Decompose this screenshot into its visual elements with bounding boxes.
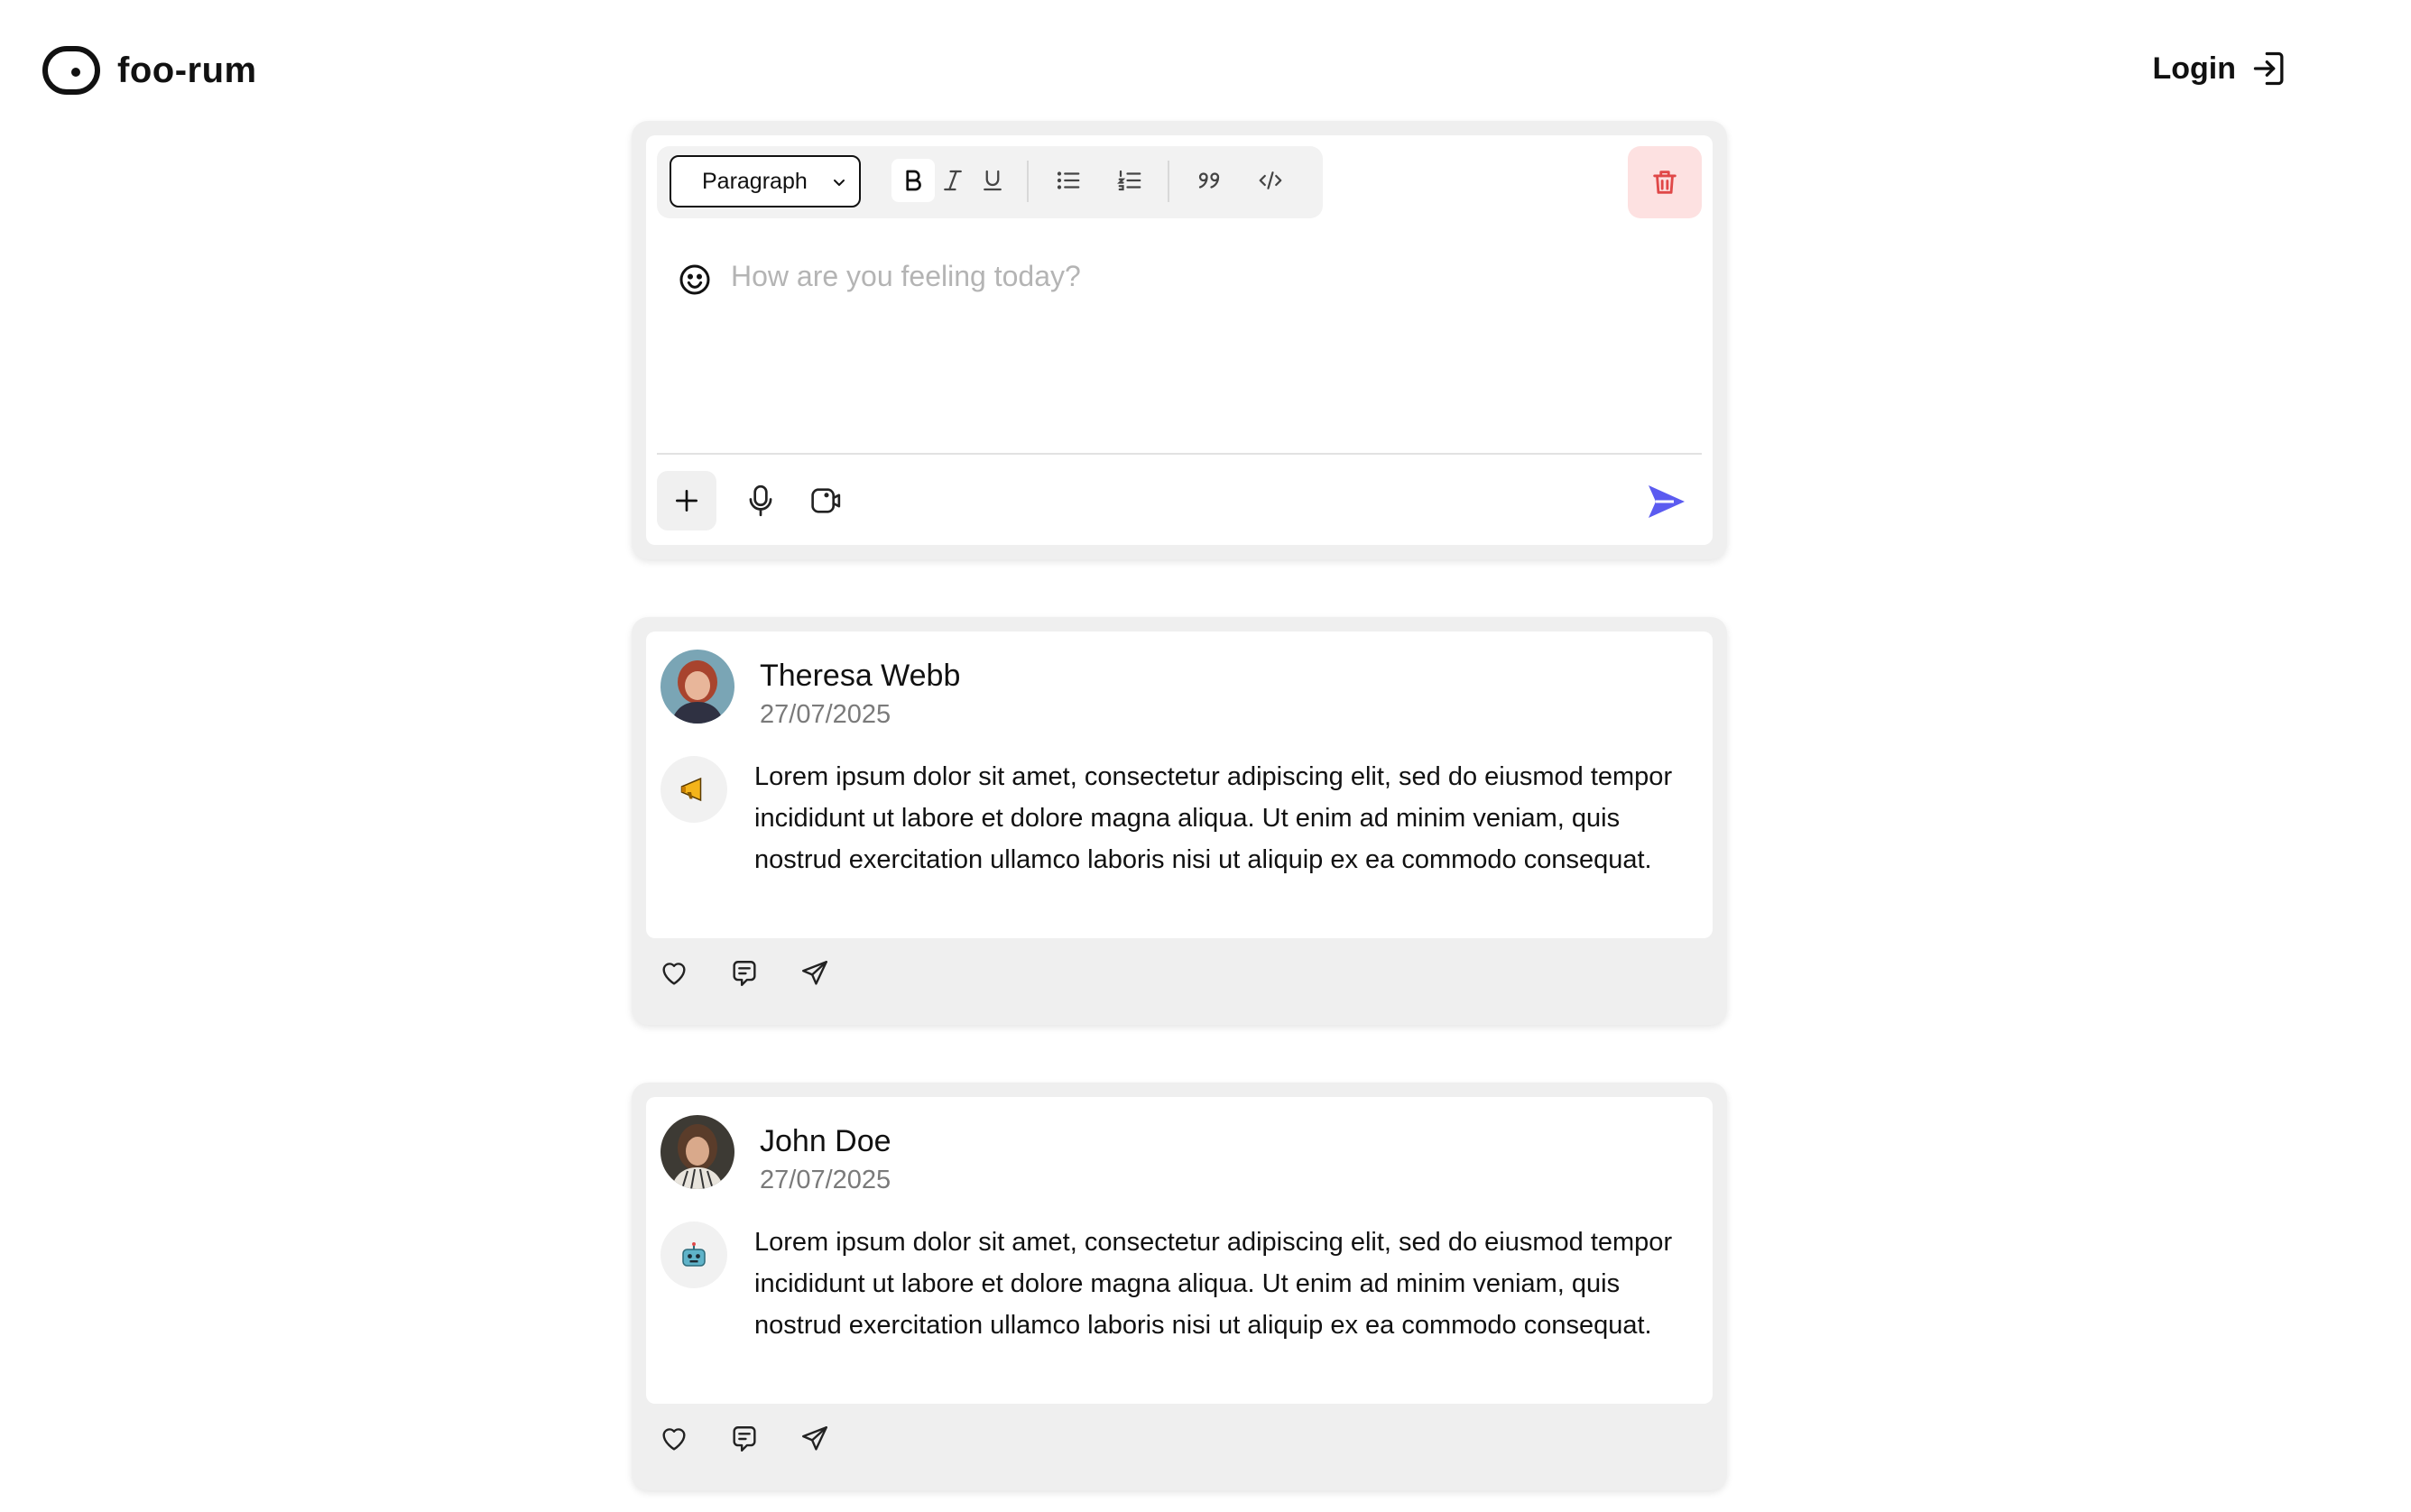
avatar-image (660, 650, 734, 724)
camera-icon[interactable] (808, 484, 845, 518)
block-type-select[interactable]: Paragraph (670, 155, 861, 207)
logo[interactable]: foo-rum (42, 45, 257, 96)
megaphone-emoji-icon (680, 777, 702, 802)
post-date: 27/07/2025 (760, 1166, 891, 1194)
numbered-list-icon (1117, 170, 1141, 191)
login-button[interactable]: Login (2152, 49, 2290, 88)
italic-button[interactable] (931, 159, 975, 202)
author-name[interactable]: John Doe (760, 1124, 891, 1159)
block-type-value: Paragraph (702, 168, 808, 194)
login-icon (2253, 51, 2284, 86)
post-card: John Doe 27/07/2025 Lorem ipsum dolor si… (632, 1083, 1727, 1490)
microphone-icon[interactable] (744, 484, 778, 518)
bold-icon (906, 170, 921, 191)
editor-body: Paragraph How are you feeling today? (646, 135, 1713, 545)
underline-icon (984, 170, 1002, 191)
share-icon[interactable] (799, 958, 830, 989)
underline-button[interactable] (971, 159, 1014, 202)
post-actions (659, 1424, 830, 1454)
send-icon[interactable] (1644, 480, 1689, 523)
avatar[interactable] (660, 1115, 734, 1189)
toolbar-divider (1027, 161, 1029, 202)
avatar-image (660, 1115, 734, 1189)
comment-icon[interactable] (729, 958, 760, 989)
post-text: Lorem ipsum dolor sit amet, consectetur … (754, 762, 1673, 874)
robot-emoji-icon (682, 1242, 706, 1267)
smiley-icon[interactable] (677, 262, 713, 298)
quote-icon (1198, 172, 1220, 189)
post-body: John Doe 27/07/2025 Lorem ipsum dolor si… (646, 1097, 1713, 1404)
post-body: Theresa Webb 27/07/2025 Lorem ipsum dolo… (646, 632, 1713, 938)
add-attachment-button[interactable] (657, 471, 716, 530)
heart-icon[interactable] (659, 1424, 689, 1454)
numbered-list-button[interactable] (1108, 159, 1151, 202)
logo-icon (42, 46, 100, 95)
bold-button[interactable] (891, 159, 935, 202)
bullet-list-button[interactable] (1047, 159, 1090, 202)
author-name[interactable]: Theresa Webb (760, 659, 960, 694)
mood-badge (660, 756, 727, 823)
code-button[interactable] (1249, 159, 1292, 202)
editor-divider (657, 453, 1702, 455)
avatar[interactable] (660, 650, 734, 724)
post-input[interactable]: How are you feeling today? (731, 260, 1081, 293)
post-text: Lorem ipsum dolor sit amet, consectetur … (754, 1228, 1673, 1340)
delete-button[interactable] (1628, 146, 1702, 218)
chevron-down-icon (834, 180, 845, 186)
post-card: Theresa Webb 27/07/2025 Lorem ipsum dolo… (632, 617, 1727, 1025)
comment-icon[interactable] (729, 1424, 760, 1454)
share-icon[interactable] (799, 1424, 830, 1454)
trash-icon (1653, 171, 1677, 194)
mood-badge (660, 1222, 727, 1288)
bullet-list-icon (1057, 171, 1080, 189)
post-actions (659, 958, 830, 989)
post-date: 27/07/2025 (760, 700, 891, 729)
quote-button[interactable] (1187, 159, 1231, 202)
plus-icon (676, 490, 697, 512)
login-label: Login (2152, 51, 2236, 86)
editor-toolbar: Paragraph (657, 146, 1323, 218)
logo-text: foo-rum (117, 50, 257, 90)
italic-icon (944, 170, 962, 191)
toolbar-divider (1168, 161, 1169, 202)
code-icon (1259, 171, 1282, 189)
heart-icon[interactable] (659, 958, 689, 989)
post-editor: Paragraph How are you feeling today? (632, 121, 1727, 559)
